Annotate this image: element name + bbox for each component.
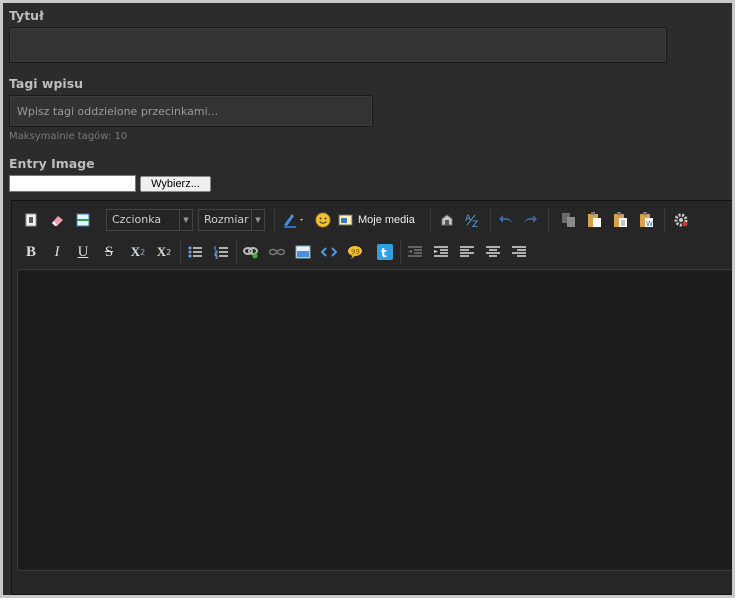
outdent-icon[interactable]	[404, 241, 426, 263]
font-color-icon[interactable]	[280, 209, 308, 231]
bullet-list-icon[interactable]	[184, 241, 206, 263]
redo-icon[interactable]	[519, 209, 541, 231]
separator	[548, 208, 549, 232]
link-icon[interactable]	[240, 241, 262, 263]
paste-text-icon[interactable]	[610, 209, 632, 231]
indent-icon[interactable]	[430, 241, 452, 263]
spellcheck-icon[interactable]: AZ	[462, 209, 484, 231]
subscript-mark: 2	[140, 247, 146, 257]
hr-icon[interactable]	[72, 209, 94, 231]
media-icon	[338, 214, 353, 226]
separator	[490, 208, 491, 232]
font-size-value: Rozmiar	[204, 213, 249, 226]
smiley-icon[interactable]	[312, 209, 334, 231]
media-button[interactable]: Moje media	[338, 209, 428, 231]
title-label: Tytuł	[9, 8, 44, 23]
copy-icon[interactable]	[558, 209, 580, 231]
paste-icon[interactable]	[584, 209, 606, 231]
settings-icon[interactable]	[670, 209, 692, 231]
separator	[180, 240, 181, 264]
paste-word-icon[interactable]: W	[636, 209, 658, 231]
subscript-letter: X	[130, 244, 141, 259]
chevron-down-icon: ▼	[251, 210, 264, 230]
tags-input[interactable]	[10, 96, 372, 126]
svg-text:Z: Z	[472, 220, 478, 228]
toolbar-row-1: Czcionka ▼ Rozmiar ▼ Moje media A Z W	[12, 205, 732, 235]
svg-text:t: t	[381, 246, 387, 260]
eraser-icon[interactable]	[46, 209, 68, 231]
chevron-down-icon: ▼	[179, 210, 192, 230]
image-icon[interactable]	[292, 241, 314, 263]
italic-button[interactable]: I	[46, 241, 68, 263]
title-field[interactable]	[9, 27, 667, 63]
separator	[274, 208, 275, 232]
tags-hint: Maksymalnie tagów: 10	[9, 131, 128, 142]
tags-field[interactable]	[9, 95, 373, 127]
rich-text-editor: Czcionka ▼ Rozmiar ▼ Moje media A Z W B …	[11, 200, 732, 595]
source-icon[interactable]	[20, 209, 42, 231]
media-button-label: Moje media	[358, 214, 415, 226]
strikethrough-button[interactable]: S	[98, 241, 120, 263]
svg-text:99: 99	[351, 248, 360, 256]
undo-icon[interactable]	[495, 209, 517, 231]
toolbar-row-2: B I U S X2 X2 99 t	[12, 237, 732, 267]
font-size-select[interactable]: Rozmiar ▼	[198, 209, 265, 231]
choose-file-button[interactable]: Wybierz...	[140, 176, 211, 192]
align-center-icon[interactable]	[482, 241, 504, 263]
code-icon[interactable]	[318, 241, 340, 263]
file-path-input[interactable]	[9, 175, 136, 192]
separator	[236, 240, 237, 264]
align-right-icon[interactable]	[508, 241, 530, 263]
superscript-letter: X	[156, 244, 167, 259]
title-input[interactable]	[10, 28, 666, 62]
tags-label: Tagi wpisu	[9, 76, 84, 91]
subscript-button[interactable]: X2	[127, 241, 149, 263]
separator	[664, 208, 665, 232]
unlink-icon[interactable]	[266, 241, 288, 263]
font-family-value: Czcionka	[112, 213, 162, 226]
entry-form: Tytuł Tagi wpisu Maksymalnie tagów: 10 E…	[3, 3, 732, 595]
quote-icon[interactable]: 99	[344, 241, 366, 263]
image-label: Entry Image	[9, 156, 95, 171]
align-left-icon[interactable]	[456, 241, 478, 263]
editor-content-area[interactable]	[17, 269, 732, 571]
anchor-icon[interactable]	[436, 209, 458, 231]
separator	[400, 240, 401, 264]
bold-button[interactable]: B	[20, 241, 42, 263]
superscript-button[interactable]: X2	[153, 241, 175, 263]
superscript-mark: 2	[166, 247, 172, 257]
font-family-select[interactable]: Czcionka ▼	[106, 209, 193, 231]
numbered-list-icon[interactable]	[210, 241, 232, 263]
svg-text:W: W	[646, 220, 653, 228]
separator	[430, 208, 431, 232]
twitter-icon[interactable]: t	[374, 241, 396, 263]
underline-button[interactable]: U	[72, 241, 94, 263]
